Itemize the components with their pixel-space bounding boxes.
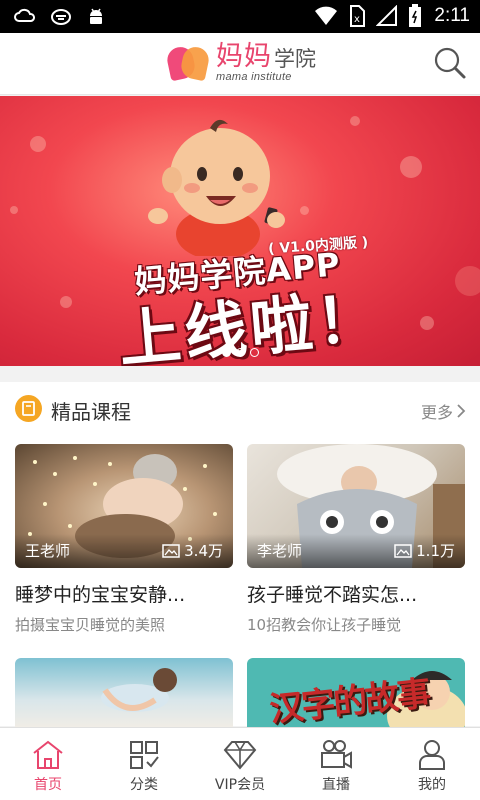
chevron-right-icon	[457, 404, 466, 418]
course-thumbnail: 李老师 1.1万	[247, 444, 465, 568]
diamond-icon	[223, 741, 257, 770]
android-icon	[90, 8, 102, 24]
course-title: 睡梦中的宝宝安静...	[15, 584, 186, 606]
tab-label: 首页	[34, 777, 62, 793]
course-card[interactable]: 王老师 3.4万 睡梦中的宝宝安静... 拍摄宝宝贝睡觉的美照	[15, 444, 233, 635]
course-views-count: 3.4万	[184, 542, 223, 560]
course-views: 3.4万	[162, 540, 223, 561]
more-link[interactable]: 更多	[421, 399, 466, 423]
tab-label: 分类	[130, 777, 158, 793]
wifi-icon	[315, 6, 338, 25]
bottom-tab-bar: 首页 分类 VIP会员 直播 我的	[0, 727, 480, 800]
tab-label: 我的	[418, 777, 446, 793]
app-logo: 妈妈 学院 mama institute	[164, 41, 316, 83]
course-card[interactable]: 李老师 1.1万 孩子睡觉不踏实怎... 10招教会你让孩子睡觉	[247, 444, 465, 635]
tab-label: 直播	[322, 777, 350, 793]
tab-profile[interactable]: 我的	[384, 728, 480, 800]
section-title: 精品课程	[51, 400, 131, 424]
video-camera-icon	[321, 740, 352, 769]
tab-live[interactable]: 直播	[288, 728, 384, 800]
promo-banner[interactable]: ( V1.0内测版 ) 妈妈学院APP 上线啦！	[0, 96, 480, 366]
course-teacher: 王老师	[25, 542, 71, 560]
course-views: 1.1万	[394, 540, 455, 561]
child-dancing-photo	[101, 668, 177, 712]
tab-home[interactable]: 首页	[0, 728, 96, 800]
course-subtitle: 拍摄宝宝贝睡觉的美照	[15, 616, 166, 634]
notification-icon	[51, 9, 71, 25]
logo-title-suffix: 学院	[274, 47, 316, 71]
featured-courses-header: 精品课程 更多	[0, 382, 480, 434]
carousel-dot[interactable]	[250, 348, 259, 357]
baby-illustration	[148, 119, 285, 256]
search-button[interactable]	[432, 45, 468, 81]
search-icon	[434, 47, 466, 79]
signal-icon	[376, 5, 398, 26]
logo-mark-icon	[164, 44, 212, 82]
image-views-icon	[394, 543, 412, 558]
carousel-dot[interactable]	[236, 348, 245, 357]
logo-subtitle: mama institute	[216, 71, 292, 83]
course-subtitle: 10招教会你让孩子睡觉	[247, 616, 402, 634]
battery-icon	[409, 4, 422, 27]
tab-category[interactable]: 分类	[96, 728, 192, 800]
book-icon	[15, 395, 42, 422]
course-card-partial[interactable]: 汉字的故事	[247, 658, 465, 728]
status-time: 2:11	[434, 5, 470, 26]
image-views-icon	[162, 543, 180, 558]
course-thumbnail: 王老师 3.4万	[15, 444, 233, 568]
course-grid: 王老师 3.4万 睡梦中的宝宝安静... 拍摄宝宝贝睡觉的美照 李老师 1.1万…	[0, 434, 480, 728]
tab-label: VIP会员	[214, 777, 266, 793]
person-icon	[419, 740, 445, 770]
status-bar: x 2:11	[0, 0, 480, 33]
course-title: 孩子睡觉不踏实怎...	[247, 584, 418, 606]
carousel-dot[interactable]	[222, 348, 231, 357]
app-header: 妈妈 学院 mama institute	[0, 33, 480, 95]
course-views-count: 1.1万	[416, 542, 455, 560]
svg-text:x: x	[354, 14, 360, 25]
carousel-indicator[interactable]	[222, 348, 259, 357]
home-icon	[33, 740, 63, 769]
category-icon	[130, 741, 159, 769]
logo-title-main: 妈妈	[216, 41, 272, 72]
app-screen: x 2:11 妈妈 学院 mama institute (V1.0内测版) …	[0, 0, 480, 800]
sim-card-icon: x	[350, 5, 366, 27]
course-teacher: 李老师	[257, 542, 303, 560]
cloud-icon	[14, 8, 35, 22]
more-label: 更多	[420, 403, 453, 422]
course-card-partial[interactable]	[15, 658, 233, 728]
tab-vip[interactable]: VIP会员	[192, 728, 288, 800]
